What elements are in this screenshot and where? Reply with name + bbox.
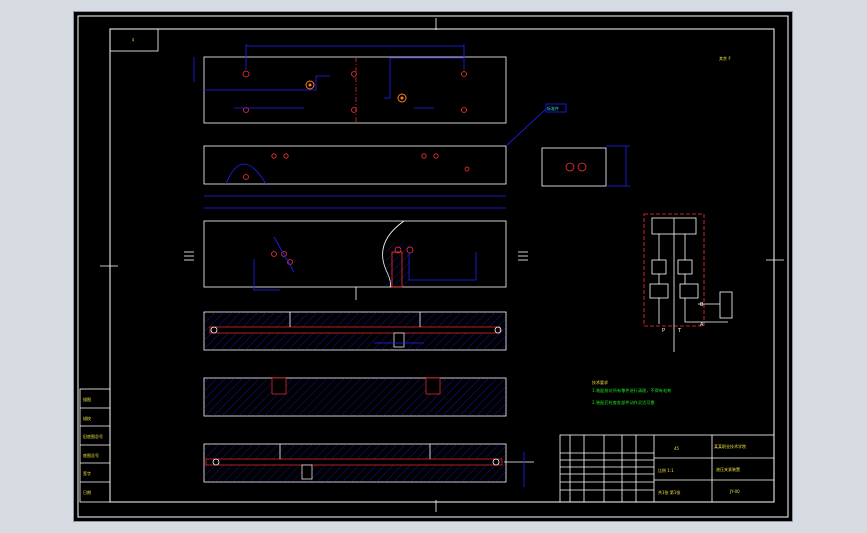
view-section-2 xyxy=(203,377,507,417)
view-plan-cutout xyxy=(184,220,528,300)
sidebar-cell-3: 底图总号 xyxy=(83,452,99,458)
notes-line-1: 1.装配前对所有零件进行清理，不得有毛刺 xyxy=(592,387,671,394)
material: 45 xyxy=(674,446,680,451)
view-front: 标准件 xyxy=(203,103,567,209)
outer-frame xyxy=(77,15,789,518)
hydraulic-schematic: P T A B xyxy=(643,213,733,352)
port-t: T xyxy=(677,328,682,334)
scale-row: 比例 1:1 xyxy=(658,467,674,473)
sidebar-cell-2: 旧底图总号 xyxy=(83,433,103,439)
corner-tag: ¢ xyxy=(132,37,135,42)
roughness-mark: 其余 ∜ xyxy=(719,55,731,61)
sidebar-cell-5: 日期 xyxy=(83,489,91,495)
title-block: 某某职业技术学院 液压夹紧装置 JY-00 45 比例 1:1 共1张 第1张 xyxy=(559,434,775,503)
drawing-canvas: ¢ 其余 ∜ 标准件 P T A B 技术要求 1.装配前对所有零件进行清理，不… xyxy=(74,12,792,521)
port-p: P xyxy=(662,328,665,334)
port-b: B xyxy=(700,302,704,308)
sidebar-cell-4: 签字 xyxy=(83,470,91,476)
sidebar-cell-0: 描图 xyxy=(83,396,91,402)
view-section-3 xyxy=(203,443,534,487)
notes-heading: 技术要求 xyxy=(592,379,608,385)
view-side xyxy=(541,145,630,187)
company-name: 某某职业技术学院 xyxy=(714,443,746,449)
cad-drawing: ¢ 其余 ∜ 标准件 P T A B 技术要求 1.装配前对所有零件进行清理，不… xyxy=(77,15,789,518)
sidebar-cell-1: 描校 xyxy=(83,415,91,421)
sheet-info: 共1张 第1张 xyxy=(658,489,680,495)
notes-line-2: 2.装配后检查各部件动作灵活可靠 xyxy=(592,399,655,406)
port-a: A xyxy=(700,322,704,328)
inner-frame xyxy=(109,28,775,503)
part-name: 液压夹紧装置 xyxy=(716,466,740,472)
drawing-number: JY-00 xyxy=(729,489,740,494)
view-top-plan xyxy=(193,44,507,124)
view-section-1 xyxy=(203,311,507,351)
left-sidebar-table: 描图 描校 旧底图总号 底图总号 签字 日期 xyxy=(79,388,111,503)
label-tag: 标准件 xyxy=(547,105,559,111)
technical-notes: 技术要求 1.装配前对所有零件进行清理，不得有毛刺 2.装配后检查各部件动作灵活… xyxy=(592,379,671,406)
